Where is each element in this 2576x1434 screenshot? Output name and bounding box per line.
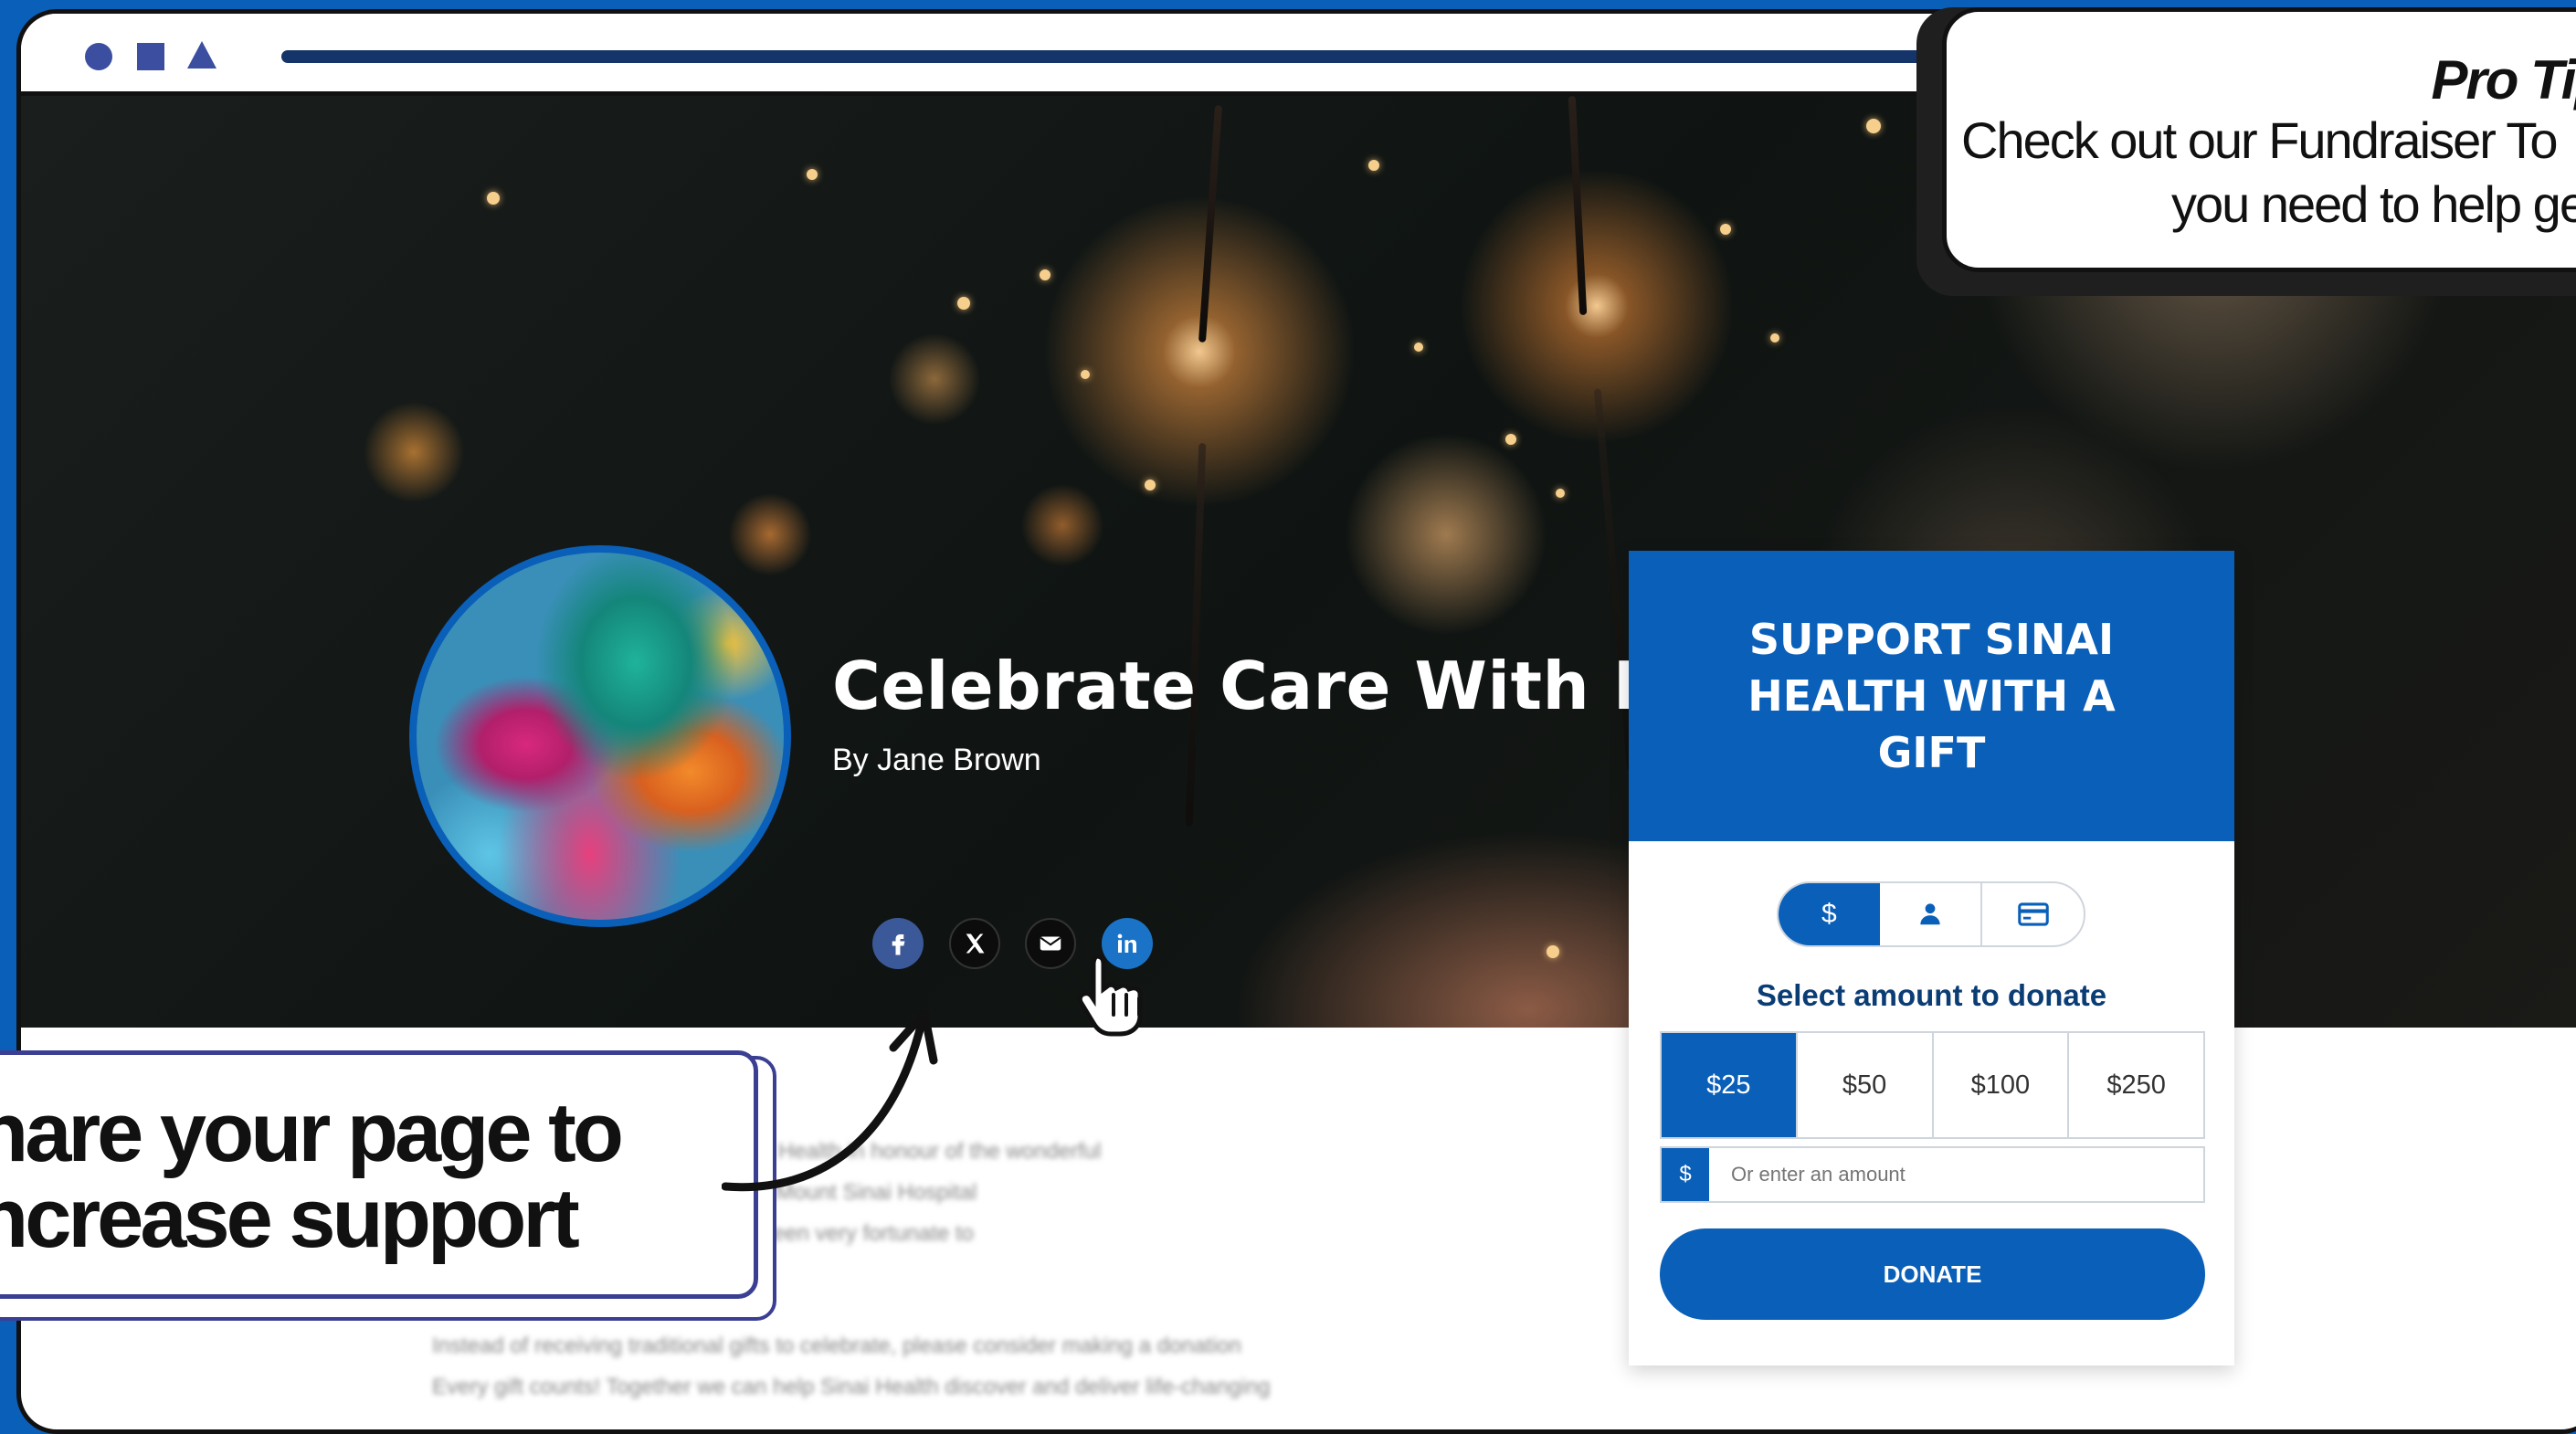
pro-tip-title: Pro Tip: <box>2431 49 2576 111</box>
tab-dollar[interactable]: $ <box>1779 883 1880 945</box>
square-icon <box>137 43 164 70</box>
email-icon <box>1040 936 1061 951</box>
amount-options: $25 $50 $100 $250 <box>1660 1031 2205 1139</box>
person-icon <box>1920 903 1940 925</box>
tab-card[interactable] <box>1982 883 2084 945</box>
sparkle <box>487 192 500 205</box>
sparkle <box>1368 160 1379 171</box>
x-share-button[interactable] <box>949 918 1000 969</box>
sparkle <box>1040 269 1050 280</box>
curved-arrow-icon <box>722 1008 938 1192</box>
callout-line: ncrease support <box>0 1172 580 1265</box>
credit-card-icon <box>2017 902 2049 926</box>
amount-option[interactable]: $250 <box>2069 1033 2203 1137</box>
pro-tip-line: Check out our Fundraiser To <box>1961 111 2559 169</box>
sparkle <box>1866 119 1881 133</box>
currency-symbol: $ <box>1662 1148 1709 1201</box>
sparkle <box>1556 489 1565 498</box>
custom-amount-input[interactable] <box>1709 1162 2190 1187</box>
sparkle <box>1770 333 1779 343</box>
sparkler-stick <box>1568 96 1588 316</box>
callout-line: hare your page to <box>0 1086 624 1179</box>
sparkle <box>807 169 818 180</box>
facebook-icon <box>892 934 905 955</box>
donation-type-tabs: $ <box>1777 881 2085 947</box>
donation-form-heading: SUPPORT SINAI HEALTH WITH A GIFT <box>1747 615 2116 777</box>
amount-option[interactable]: $100 <box>1934 1033 2070 1137</box>
tab-person[interactable] <box>1880 883 1983 945</box>
select-amount-label: Select amount to donate <box>1756 978 2107 1012</box>
amount-option[interactable]: $50 <box>1798 1033 1934 1137</box>
triangle-icon <box>187 41 216 69</box>
callout-text: hare your page to ncrease support <box>0 1086 624 1265</box>
sparkle <box>1145 480 1156 490</box>
author-byline: By Jane Brown <box>832 743 1041 777</box>
pro-tip-line: you need to help ge <box>2171 175 2576 233</box>
cursor-hand-icon <box>1077 954 1143 1037</box>
donate-button[interactable]: DONATE <box>1660 1228 2205 1320</box>
sparkle <box>1414 343 1423 352</box>
page-title: Celebrate Care With Me <box>832 648 1725 724</box>
sparkle <box>1081 370 1090 379</box>
donation-form: SUPPORT SINAI HEALTH WITH A GIFT $ Selec… <box>1629 551 2234 1365</box>
x-icon <box>966 933 985 954</box>
sparkler-stick <box>1185 442 1207 828</box>
sparkle <box>957 297 970 310</box>
pro-tip-box: Pro Tip: Check out our Fundraiser To you… <box>1942 7 2576 272</box>
pro-tip-body: Check out our Fundraiser To you need to … <box>1961 109 2576 237</box>
sparkle <box>1547 945 1559 958</box>
address-bar[interactable] <box>281 50 2108 63</box>
donation-form-header: SUPPORT SINAI HEALTH WITH A GIFT <box>1629 551 2234 841</box>
email-share-button[interactable] <box>1025 918 1076 969</box>
share-callout: hare your page to ncrease support <box>0 1050 758 1299</box>
dollar-icon: $ <box>1821 899 1837 929</box>
facebook-share-button[interactable] <box>872 918 924 969</box>
blurred-paragraph-line: Instead of receiving traditional gifts t… <box>432 1334 1241 1358</box>
avatar <box>409 545 791 927</box>
sparkle <box>1505 434 1516 445</box>
sparkle <box>1720 224 1731 235</box>
amount-option[interactable]: $25 <box>1662 1033 1798 1137</box>
blurred-paragraph-line: Every gift counts! Together we can help … <box>432 1375 1271 1399</box>
custom-amount-field: $ <box>1660 1146 2205 1203</box>
sparkler-stick <box>1198 105 1223 343</box>
circle-icon <box>85 43 112 70</box>
